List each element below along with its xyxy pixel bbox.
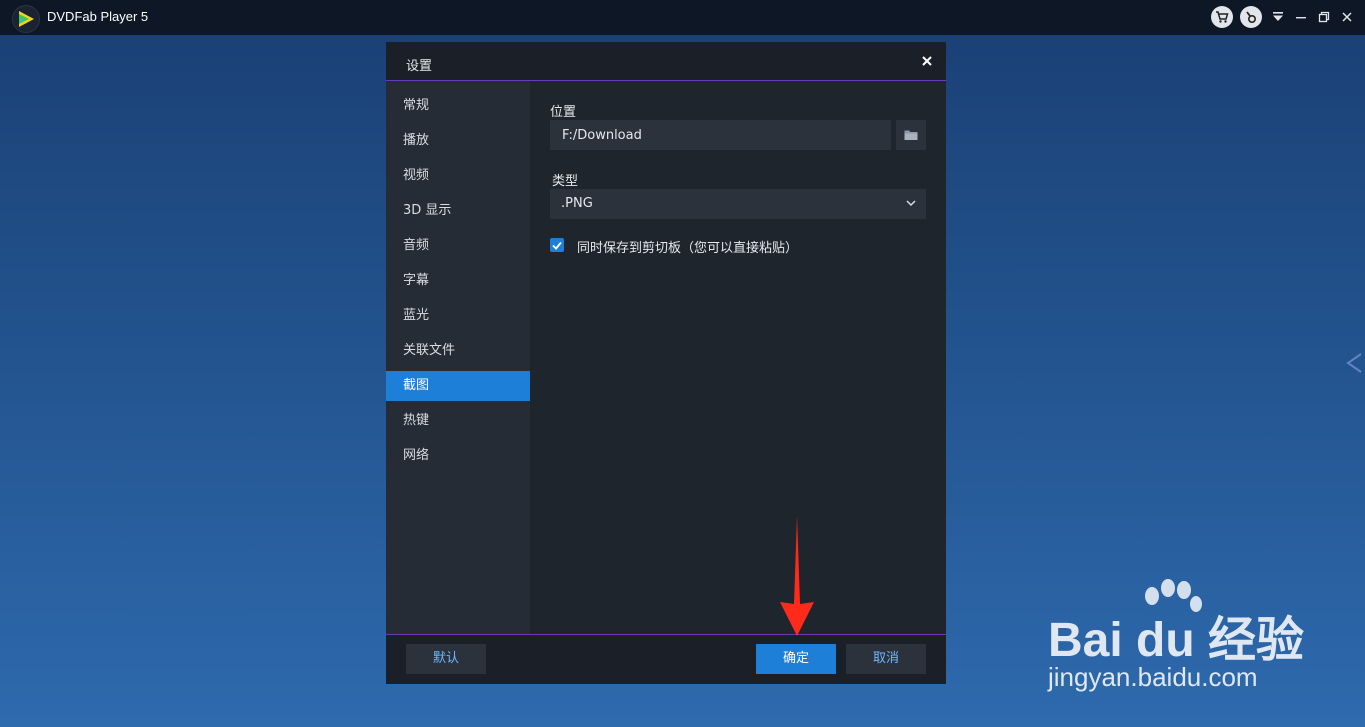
watermark-brand: Bai du 经验 — [1048, 614, 1305, 667]
sidebar-item-playback[interactable]: 播放 — [386, 126, 530, 156]
app-title: DVDFab Player 5 — [47, 9, 149, 24]
sidebar-item-bluray[interactable]: 蓝光 — [386, 301, 530, 331]
location-input[interactable] — [550, 120, 891, 150]
dialog-header: 设置 — [386, 42, 946, 81]
ok-button[interactable]: 确定 — [756, 644, 836, 674]
cancel-button[interactable]: 取消 — [846, 644, 926, 674]
sidebar-item-audio[interactable]: 音频 — [386, 231, 530, 261]
settings-dialog: 设置 常规 播放 视频 3D 显示 音频 字幕 蓝光 关联文件 截图 热键 网络… — [386, 42, 946, 684]
type-select-value: .PNG — [561, 196, 593, 211]
dropdown-icon[interactable] — [1270, 9, 1286, 25]
watermark-url: jingyan.baidu.com — [1048, 662, 1258, 692]
browse-folder-button[interactable] — [896, 120, 926, 150]
sidebar-item-video[interactable]: 视频 — [386, 161, 530, 191]
annotation-arrow — [778, 516, 816, 642]
sidebar-item-screenshot[interactable]: 截图 — [386, 371, 530, 401]
chevron-down-icon — [906, 200, 916, 207]
location-label: 位置 — [550, 105, 577, 120]
settings-icon[interactable] — [1240, 6, 1262, 28]
clipboard-checkbox[interactable] — [550, 238, 564, 252]
dialog-title: 设置 — [406, 59, 433, 74]
title-bar: DVDFab Player 5 — [0, 0, 1365, 35]
cart-icon[interactable] — [1211, 6, 1233, 28]
sidebar-item-file-association[interactable]: 关联文件 — [386, 336, 530, 366]
type-label: 类型 — [552, 174, 579, 189]
folder-icon — [904, 130, 918, 140]
type-select[interactable]: .PNG — [550, 189, 926, 219]
check-icon — [552, 241, 562, 250]
chevron-left-icon[interactable] — [1345, 352, 1363, 378]
sidebar-item-general[interactable]: 常规 — [386, 91, 530, 121]
sidebar-item-network[interactable]: 网络 — [386, 441, 530, 471]
dialog-close-icon[interactable] — [918, 52, 936, 70]
dialog-footer: 默认 确定 取消 — [386, 634, 946, 684]
default-button[interactable]: 默认 — [406, 644, 486, 674]
minimize-icon[interactable] — [1293, 9, 1309, 25]
settings-content: 位置 类型 .PNG 同时保存到剪切板（您可以直接粘贴） — [530, 81, 946, 634]
baidu-watermark-logo: Bai du 经验 jingyan.baidu.com — [1040, 578, 1340, 698]
restore-icon[interactable] — [1316, 9, 1332, 25]
close-icon[interactable] — [1339, 9, 1355, 25]
app-logo-icon — [12, 5, 40, 33]
sidebar-item-hotkeys[interactable]: 热键 — [386, 406, 530, 436]
sidebar-item-3d-display[interactable]: 3D 显示 — [386, 196, 530, 226]
settings-sidebar: 常规 播放 视频 3D 显示 音频 字幕 蓝光 关联文件 截图 热键 网络 — [386, 81, 530, 634]
clipboard-label[interactable]: 同时保存到剪切板（您可以直接粘贴） — [577, 237, 798, 256]
sidebar-item-subtitles[interactable]: 字幕 — [386, 266, 530, 296]
